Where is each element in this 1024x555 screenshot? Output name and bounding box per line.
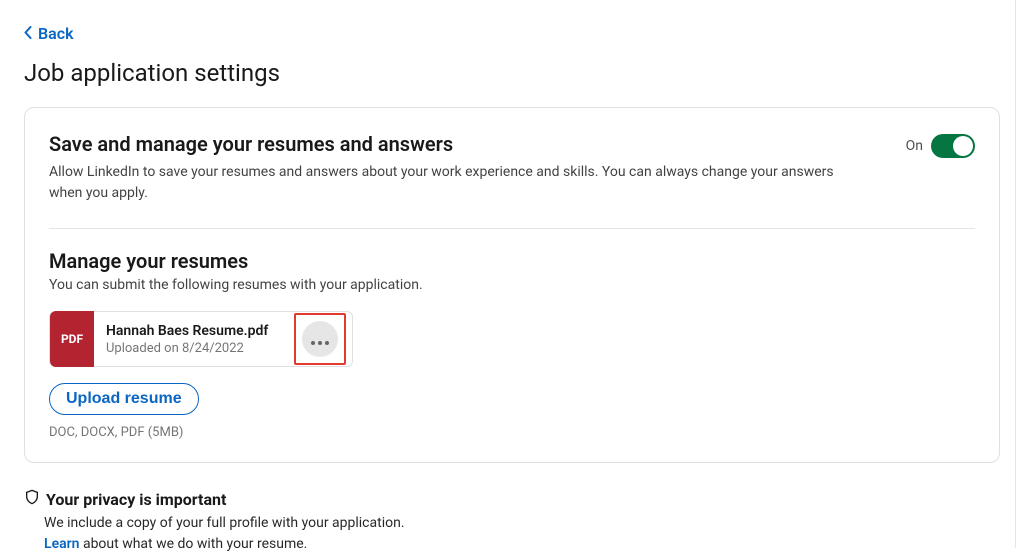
manage-resumes-description: You can submit the following resumes wit… <box>49 277 975 293</box>
page-title: Job application settings <box>24 59 1000 87</box>
back-link-label: Back <box>38 24 74 43</box>
privacy-line2-rest: about what we do with your resume. <box>79 536 307 552</box>
save-toggle[interactable] <box>931 134 975 158</box>
learn-link[interactable]: Learn <box>44 536 79 552</box>
shield-icon <box>24 489 40 509</box>
pdf-badge: PDF <box>50 311 94 367</box>
chevron-left-icon <box>24 24 32 43</box>
back-link[interactable]: Back <box>24 24 74 43</box>
toggle-knob <box>953 136 973 156</box>
privacy-heading: Your privacy is important <box>46 490 226 509</box>
privacy-section: Your privacy is important We include a c… <box>24 489 1000 555</box>
manage-resumes-heading: Manage your resumes <box>49 249 975 273</box>
upload-resume-button[interactable]: Upload resume <box>49 383 199 415</box>
resume-item: PDF Hannah Baes Resume.pdf Uploaded on 8… <box>49 311 353 367</box>
resume-file-name: Hannah Baes Resume.pdf <box>106 323 268 339</box>
settings-card: Save and manage your resumes and answers… <box>24 107 1000 463</box>
resume-info: Hannah Baes Resume.pdf Uploaded on 8/24/… <box>94 323 284 356</box>
privacy-line2: Learn about what we do with your resume. <box>24 534 1000 555</box>
page-right-border <box>1015 0 1016 548</box>
save-toggle-group: On <box>906 134 975 158</box>
resume-more-button[interactable] <box>302 321 338 357</box>
manage-resumes-section: Manage your resumes You can submit the f… <box>49 229 975 440</box>
save-manage-description: Allow LinkedIn to save your resumes and … <box>49 162 869 204</box>
privacy-line1: We include a copy of your full profile w… <box>24 513 1000 534</box>
resume-upload-date: Uploaded on 8/24/2022 <box>106 341 268 356</box>
upload-hint: DOC, DOCX, PDF (5MB) <box>49 425 975 440</box>
toggle-state-label: On <box>906 138 923 154</box>
save-manage-section: Save and manage your resumes and answers… <box>49 132 975 229</box>
save-manage-heading: Save and manage your resumes and answers <box>49 132 869 156</box>
more-horizontal-icon <box>311 330 329 349</box>
more-highlight-box <box>294 313 346 365</box>
